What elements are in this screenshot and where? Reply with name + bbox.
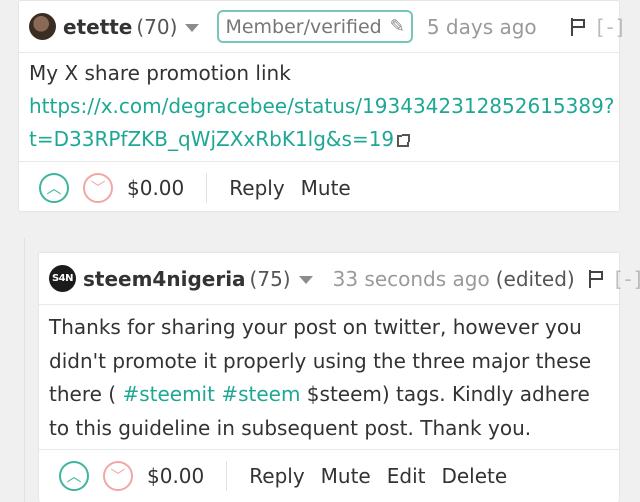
- collapse-toggle[interactable]: [-]: [615, 267, 640, 291]
- collapse-toggle[interactable]: [-]: [597, 15, 626, 39]
- edited-label: (edited): [495, 266, 575, 291]
- comment-timestamp[interactable]: 33 seconds ago: [333, 267, 490, 291]
- mute-button[interactable]: Mute: [301, 176, 351, 200]
- downvote-button[interactable]: ﹀: [83, 172, 113, 203]
- divider: [206, 172, 208, 203]
- comment-text: My X share promotion link: [29, 61, 291, 85]
- comment-body: My X share promotion link https://x.com/…: [29, 57, 614, 156]
- promotion-link-continued[interactable]: t=D33RPfZKB_qWjZXxRbK1lg&s=19: [29, 127, 394, 151]
- comment-footer: ︿ ﹀ $0.00 Reply Mute Edit Delete: [39, 449, 619, 501]
- author-reputation: (75): [249, 266, 291, 291]
- user-menu-caret-icon[interactable]: [185, 23, 200, 32]
- pen-icon: ✎: [389, 16, 405, 37]
- user-menu-caret-icon[interactable]: [298, 275, 313, 284]
- mute-button[interactable]: Mute: [321, 464, 371, 488]
- payout-amount[interactable]: $0.00: [147, 464, 204, 488]
- downvote-button[interactable]: ﹀: [103, 460, 133, 491]
- avatar[interactable]: [29, 13, 56, 40]
- comment-timestamp[interactable]: 5 days ago: [427, 15, 537, 39]
- badge-label: Member/verified: [225, 15, 382, 38]
- comment-header: etette (70) Member/verified ✎ 5 days ago…: [19, 1, 624, 53]
- upvote-button[interactable]: ︿: [39, 172, 69, 203]
- promotion-link[interactable]: https://x.com/degracebee/status/19343423…: [29, 94, 614, 118]
- hashtag-link[interactable]: #steem: [221, 382, 300, 406]
- comment-card-etette: etette (70) Member/verified ✎ 5 days ago…: [18, 0, 624, 213]
- avatar-logo-text: S4N: [51, 273, 74, 284]
- member-verified-badge[interactable]: Member/verified ✎: [217, 10, 413, 43]
- comment-body: Thanks for sharing your post on twitter,…: [49, 311, 609, 445]
- author-name[interactable]: etette: [63, 15, 132, 39]
- reply-button[interactable]: Reply: [249, 464, 304, 488]
- hashtag-link[interactable]: #steemit: [122, 382, 215, 406]
- external-link-icon: [397, 134, 411, 147]
- reply-button[interactable]: Reply: [229, 176, 284, 200]
- upvote-button[interactable]: ︿: [59, 460, 89, 491]
- comment-card-steem4nigeria: S4N steem4nigeria (75) 33 seconds ago (e…: [38, 252, 640, 502]
- reply-thread-line: [24, 238, 25, 502]
- delete-button[interactable]: Delete: [441, 464, 507, 488]
- comment-header: S4N steem4nigeria (75) 33 seconds ago (e…: [39, 253, 640, 305]
- author-name[interactable]: steem4nigeria: [83, 267, 246, 291]
- author-reputation: (70): [136, 14, 178, 39]
- avatar[interactable]: S4N: [49, 265, 76, 292]
- divider: [226, 460, 228, 491]
- edit-button[interactable]: Edit: [387, 464, 426, 488]
- payout-amount[interactable]: $0.00: [127, 176, 184, 200]
- comment-footer: ︿ ﹀ $0.00 Reply Mute: [19, 161, 619, 213]
